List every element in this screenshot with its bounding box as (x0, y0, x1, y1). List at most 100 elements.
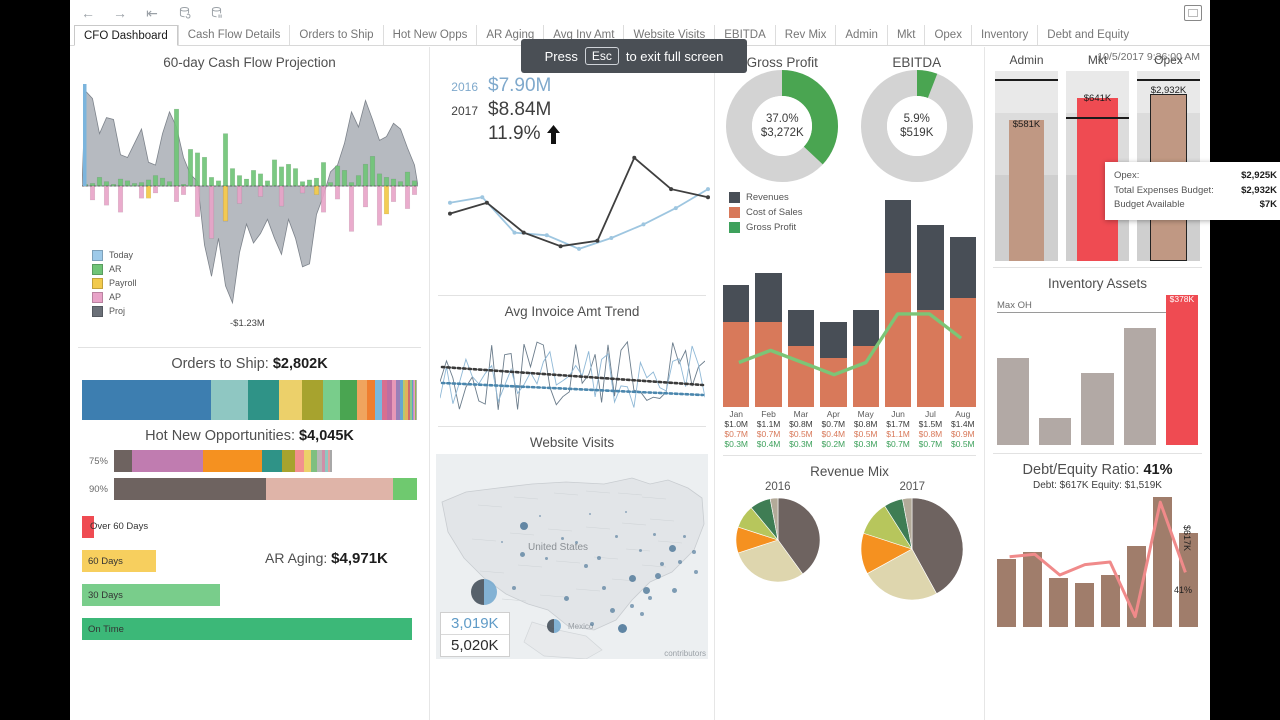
opps-row-90[interactable]: 90% (82, 478, 417, 500)
orders-segment[interactable] (356, 380, 367, 420)
tab-admin[interactable]: Admin (835, 25, 887, 45)
revenue-mix-2016[interactable]: 2016 (735, 481, 821, 588)
opps-segment[interactable] (294, 450, 305, 472)
opps-bar-75[interactable] (114, 450, 417, 472)
map-data-point[interactable] (630, 604, 634, 608)
monthly-bar[interactable] (852, 182, 879, 407)
inventory-bar[interactable]: $378K (1165, 294, 1199, 445)
map-data-point[interactable] (501, 541, 503, 543)
map-data-point[interactable] (694, 570, 698, 574)
tab-inventory[interactable]: Inventory (970, 25, 1037, 45)
map-data-point[interactable] (584, 564, 588, 568)
revenue-mix-2017[interactable]: 2017 (860, 481, 964, 606)
orders-segment[interactable] (248, 380, 279, 420)
hot-new-opps-panel[interactable]: Hot New Opportunities: $4,045K 75% 90% (70, 420, 429, 500)
map-data-point[interactable] (539, 515, 541, 517)
map-data-point[interactable] (638, 548, 642, 552)
tab-hot-new-opps[interactable]: Hot New Opps (382, 25, 477, 45)
map-data-point[interactable] (625, 511, 627, 513)
map-data-point[interactable] (597, 556, 601, 560)
opps-segment[interactable] (114, 478, 266, 500)
map-data-point[interactable] (671, 587, 677, 593)
map-data-point[interactable] (520, 522, 528, 530)
ebitda-panel[interactable]: EBITDA 5.9% $519K (850, 47, 985, 182)
map-data-point[interactable] (668, 544, 676, 552)
map-data-point[interactable] (652, 532, 656, 536)
inventory-bar[interactable] (1123, 328, 1156, 445)
ar-bar-on-time[interactable]: On Time (82, 618, 412, 640)
map-data-point[interactable] (678, 560, 682, 564)
map-data-point[interactable] (614, 534, 618, 538)
monthly-revenue-panel[interactable]: Revenues Cost of Sales Gross Profit Jan F… (715, 182, 984, 449)
pause-auto-updates-icon[interactable] (208, 5, 224, 21)
opps-segment[interactable] (132, 450, 203, 472)
tab-cash-flow-details[interactable]: Cash Flow Details (177, 25, 290, 45)
inventory-chart[interactable]: Max OH $378K (997, 294, 1199, 445)
ar-bar-30[interactable]: 30 Days (82, 584, 220, 606)
inventory-panel[interactable]: Inventory Assets Max OH $378K (985, 268, 1210, 445)
monthly-bar[interactable] (949, 182, 976, 407)
map-data-point[interactable] (692, 550, 696, 554)
map-data-point[interactable] (609, 607, 615, 613)
map-data-point[interactable] (547, 619, 561, 633)
map-data-point[interactable] (560, 536, 564, 540)
expense-bullet-admin[interactable]: $581K (995, 71, 1058, 261)
cash-flow-panel[interactable]: 60-day Cash Flow Projection -$1.23M Toda… (70, 47, 429, 347)
debt-equity-chart[interactable]: $617K 41% (997, 497, 1198, 627)
forward-arrow-icon[interactable]: → (112, 5, 128, 21)
opps-segment[interactable] (304, 450, 312, 472)
map-data-point[interactable] (642, 586, 650, 594)
opps-segment[interactable] (392, 478, 417, 500)
orders-segment[interactable] (322, 380, 340, 420)
map-data-point[interactable] (617, 623, 627, 633)
opps-row-75[interactable]: 75% (82, 450, 417, 472)
revert-all-icon[interactable]: ⇤ (144, 5, 160, 21)
expense-cell-mkt[interactable]: Mkt $641K (1066, 47, 1129, 261)
map-data-point[interactable] (563, 595, 569, 601)
map-data-point[interactable] (512, 586, 516, 590)
opps-segment[interactable] (114, 450, 133, 472)
map-data-point[interactable] (574, 540, 578, 544)
map-data-point[interactable] (590, 622, 594, 626)
cash-flow-chart[interactable]: -$1.23M Today AR Payroll AP Proj (81, 76, 419, 329)
orders-segment[interactable] (302, 380, 323, 420)
map-data-point[interactable] (660, 562, 664, 566)
map-data-point[interactable] (682, 534, 686, 538)
gross-profit-donut[interactable]: 37.0% $3,272K (726, 70, 839, 182)
opps-segment[interactable] (281, 450, 295, 472)
tab-mkt[interactable]: Mkt (886, 25, 925, 45)
map-data-point[interactable] (648, 596, 652, 600)
revenue-mix-panel[interactable]: Revenue Mix 2016 2017 (715, 456, 984, 606)
orders-segment[interactable] (416, 380, 417, 420)
orders-segment[interactable] (339, 380, 357, 420)
tab-debt-and-equity[interactable]: Debt and Equity (1037, 25, 1138, 45)
expense-cell-opex[interactable]: Opex $2,932K (1137, 47, 1200, 261)
expense-cell-admin[interactable]: Admin $581K (995, 47, 1058, 261)
orders-segment[interactable] (375, 380, 383, 420)
avg-invoice-chart[interactable] (439, 323, 706, 423)
back-arrow-icon[interactable]: ← (80, 5, 96, 21)
map-data-point[interactable] (589, 513, 591, 515)
orders-segment[interactable] (210, 380, 249, 420)
orders-segment[interactable] (82, 380, 211, 420)
website-visits-map[interactable]: United States Mexico contributors 3,019K… (436, 454, 708, 659)
map-data-point[interactable] (628, 574, 636, 582)
tab-rev-mix[interactable]: Rev Mix (774, 25, 836, 45)
monthly-bar[interactable] (917, 182, 944, 407)
map-data-point[interactable] (640, 612, 644, 616)
opps-segment[interactable] (202, 450, 262, 472)
ebitda-donut[interactable]: 5.9% $519K (860, 70, 973, 182)
opps-bar-90[interactable] (114, 478, 417, 500)
map-data-point[interactable] (602, 586, 606, 590)
inventory-bar[interactable] (1081, 373, 1114, 445)
tab-opex[interactable]: Opex (924, 25, 971, 45)
website-visits-panel[interactable]: Website Visits United States Mexico cont… (430, 427, 714, 659)
orders-segment[interactable] (278, 380, 303, 420)
ar-aging-chart[interactable]: Over 60 Days 60 Days 30 Days On Time AR … (70, 508, 429, 640)
fullscreen-icon[interactable] (1184, 5, 1202, 21)
inventory-bar[interactable] (1039, 418, 1072, 445)
revenue-yoy-panel[interactable]: Revenue YoY 2016 $7.90M 2017 $8.84M 11.9… (430, 47, 714, 295)
debt-equity-panel[interactable]: Debt/Equity Ratio: 41% Debt: $617K Equit… (985, 454, 1210, 627)
map-data-point[interactable] (471, 579, 497, 605)
monthly-bar[interactable] (820, 182, 847, 407)
